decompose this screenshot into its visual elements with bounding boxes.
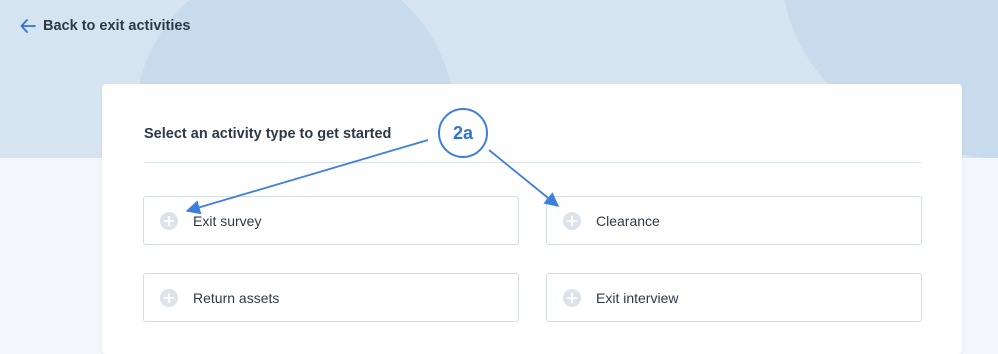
back-link-label: Back to exit activities (43, 18, 191, 34)
plus-circle-icon (563, 211, 581, 230)
activity-type-card: Select an activity type to get started E… (102, 84, 962, 354)
callout-badge-2a: 2a (438, 108, 488, 158)
back-to-exit-activities-link[interactable]: Back to exit activities (20, 16, 191, 36)
plus-circle-icon (160, 211, 178, 230)
arrow-left-icon (20, 19, 36, 33)
plus-circle-icon (563, 288, 581, 307)
activity-option-label: Clearance (596, 212, 660, 229)
plus-circle-icon (160, 288, 178, 307)
activity-option-exit-interview[interactable]: Exit interview (546, 273, 922, 322)
divider (144, 162, 921, 163)
activity-option-label: Exit interview (596, 289, 679, 306)
activity-option-clearance[interactable]: Clearance (546, 196, 922, 245)
card-title: Select an activity type to get started (144, 126, 392, 142)
activity-option-exit-survey[interactable]: Exit survey (143, 196, 519, 245)
activity-option-label: Exit survey (193, 212, 262, 229)
activity-option-label: Return assets (193, 289, 280, 306)
activity-option-return-assets[interactable]: Return assets (143, 273, 519, 322)
